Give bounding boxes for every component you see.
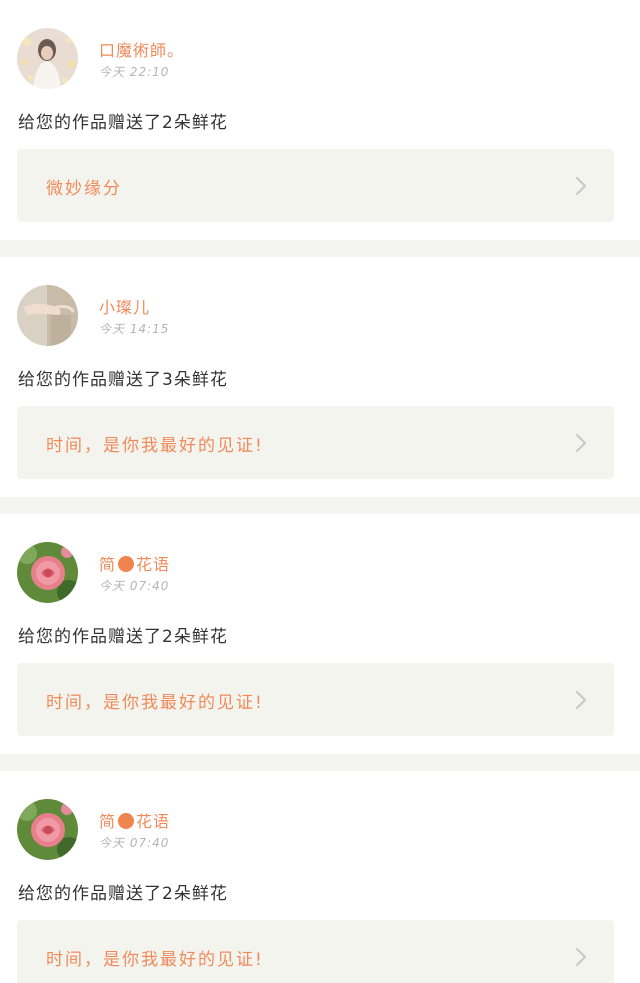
work-title: 微妙缘分 — [46, 179, 122, 199]
username[interactable]: 口魔術師。 — [99, 37, 184, 61]
user-avatar[interactable] — [17, 285, 78, 346]
rose-avatar-icon — [17, 542, 78, 603]
username[interactable]: 简花语 — [99, 808, 170, 832]
gift-message: 给您的作品赠送了3朵鲜花 — [18, 370, 228, 390]
chevron-right-icon — [574, 176, 588, 196]
gift-notification-card: 小璨儿 今天 14:15 给您的作品赠送了3朵鲜花 时间，是你我最好的见证! — [0, 257, 640, 497]
gift-notification-card: 口魔術師。 今天 22:10 给您的作品赠送了2朵鲜花 微妙缘分 — [0, 0, 640, 240]
gift-notification-card: 简花语 今天 07:40 给您的作品赠送了2朵鲜花 时间，是你我最好的见证! — [0, 514, 640, 754]
username[interactable]: 简花语 — [99, 551, 170, 575]
hand-avatar-icon — [17, 285, 78, 346]
card-separator — [0, 240, 640, 257]
user-avatar[interactable] — [17, 799, 78, 860]
timestamp: 今天 14:15 — [99, 322, 170, 336]
gift-message: 给您的作品赠送了2朵鲜花 — [18, 884, 228, 904]
woman-with-lights-avatar-icon — [17, 28, 78, 89]
work-link-card[interactable]: 微妙缘分 — [17, 149, 614, 222]
orange-dot-icon — [118, 813, 135, 829]
work-title: 时间，是你我最好的见证! — [46, 950, 264, 970]
gift-message: 给您的作品赠送了2朵鲜花 — [18, 627, 228, 647]
user-avatar[interactable] — [17, 542, 78, 603]
work-link-card[interactable]: 时间，是你我最好的见证! — [17, 920, 614, 983]
card-separator — [0, 497, 640, 514]
timestamp: 今天 07:40 — [99, 579, 170, 593]
username[interactable]: 小璨儿 — [99, 294, 150, 318]
work-link-card[interactable]: 时间，是你我最好的见证! — [17, 406, 614, 479]
work-link-card[interactable]: 时间，是你我最好的见证! — [17, 663, 614, 736]
user-avatar[interactable] — [17, 28, 78, 89]
gift-notification-card: 简花语 今天 07:40 给您的作品赠送了2朵鲜花 时间，是你我最好的见证! — [0, 771, 640, 983]
gift-notification-feed: 口魔術師。 今天 22:10 给您的作品赠送了2朵鲜花 微妙缘分 小璨儿 今天 … — [0, 0, 640, 983]
rose-avatar-icon — [17, 799, 78, 860]
gift-message: 给您的作品赠送了2朵鲜花 — [18, 113, 228, 133]
username-part: 简 — [99, 812, 117, 831]
timestamp: 今天 07:40 — [99, 836, 170, 850]
chevron-right-icon — [574, 690, 588, 710]
chevron-right-icon — [574, 947, 588, 967]
card-separator — [0, 754, 640, 771]
timestamp: 今天 22:10 — [99, 65, 170, 79]
username-part: 简 — [99, 555, 117, 574]
work-title: 时间，是你我最好的见证! — [46, 693, 264, 713]
chevron-right-icon — [574, 433, 588, 453]
work-title: 时间，是你我最好的见证! — [46, 436, 264, 456]
username-part: 花语 — [136, 812, 171, 831]
username-part: 花语 — [136, 555, 171, 574]
orange-dot-icon — [118, 556, 135, 572]
